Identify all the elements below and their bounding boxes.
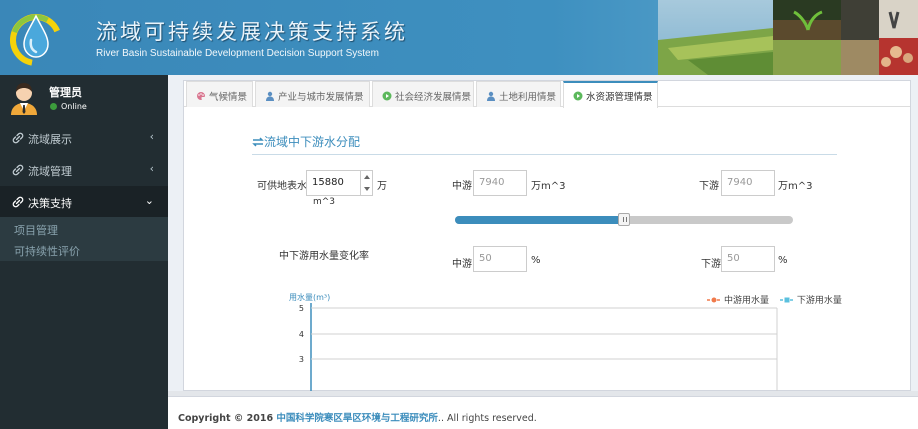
chart-ylabel: 用水量(m³) — [289, 292, 330, 302]
supply-input[interactable]: 15880 — [306, 170, 373, 196]
chart-y-tick-label: 5 — [299, 304, 304, 313]
sidebar: 管理员 Online 流域展示 ‹ 流域管理 ‹ 决策支持 ⌄ 项目管理 可持续… — [0, 75, 168, 429]
tab-label: 土地利用情景 — [499, 92, 557, 103]
tab-climate[interactable]: 气候情景 — [186, 81, 253, 107]
avatar-icon — [11, 83, 37, 115]
chevron-left-icon: ‹ — [149, 162, 154, 175]
banner-photos — [658, 0, 918, 75]
footer: Copyright © 2016 中国科学院寒区旱区环境与工程研究所.. All… — [168, 396, 918, 429]
play-circle-icon — [573, 91, 583, 101]
supply-unit-line2: m^3 — [313, 197, 336, 207]
palette-icon — [197, 92, 205, 100]
sidebar-item-label: 流域管理 — [28, 165, 72, 178]
tab-label: 气候情景 — [209, 92, 248, 103]
chart-y-tick-label: 4 — [299, 330, 304, 339]
footer-rights: .. All rights reserved. — [437, 413, 537, 424]
play-circle-icon — [382, 91, 392, 101]
chevron-left-icon: ‹ — [149, 130, 154, 143]
sidebar-item-label: 流域展示 — [28, 133, 72, 146]
supply-value: 15880 — [312, 177, 344, 188]
sidebar-item-label: 决策支持 — [28, 197, 72, 210]
change-rate-mid-input[interactable]: 50 — [473, 246, 527, 272]
tab-socioeconomic[interactable]: 社会经济发展情景 — [372, 81, 474, 107]
change-rate-mid-unit: % — [531, 255, 541, 266]
midstream-label: 中游 — [452, 181, 472, 192]
link-icon — [12, 196, 24, 208]
sidebar-item-decision-support[interactable]: 决策支持 ⌄ — [0, 186, 168, 218]
section-title: 流域中下游水分配 — [252, 133, 360, 150]
footer-org-link[interactable]: 中国科学院寒区旱区环境与工程研究所 — [276, 413, 438, 424]
change-rate-down-unit: % — [778, 255, 788, 266]
supply-label: 可供地表水 — [257, 181, 307, 192]
spinner-down-icon[interactable] — [361, 183, 373, 195]
midstream-unit: 万m^3 — [531, 181, 566, 192]
sidebar-item-basin-management[interactable]: 流域管理 ‹ — [0, 154, 168, 186]
slider-fill — [455, 216, 624, 224]
chart-grid: 5 4 3 — [299, 304, 778, 391]
submenu-item-sustainability-evaluation[interactable]: 可持续性评价 — [14, 243, 80, 259]
tab-water-management[interactable]: 水资源管理情景 — [563, 81, 658, 108]
app-header: 流域可持续发展决策支持系统 River Basin Sustainable De… — [0, 0, 918, 75]
user-status-text: Online — [61, 102, 87, 111]
change-rate-down-input[interactable]: 50 — [721, 246, 775, 272]
app-title-zh: 流域可持续发展决策支持系统 — [96, 20, 408, 44]
user-name: 管理员 — [49, 86, 82, 99]
tab-land-use[interactable]: 土地利用情景 — [476, 81, 561, 107]
supply-spinner[interactable] — [360, 171, 373, 195]
user-status: Online — [50, 102, 87, 111]
link-icon — [12, 164, 24, 176]
tab-label: 水资源管理情景 — [586, 92, 653, 103]
chevron-down-icon: ⌄ — [144, 194, 154, 207]
tab-label: 产业与城市发展情景 — [278, 92, 364, 103]
slider-handle[interactable] — [618, 213, 630, 226]
change-rate-mid-label: 中游 — [452, 259, 472, 270]
supply-unit-line1: 万 — [377, 181, 387, 192]
app-title-en: River Basin Sustainable Development Deci… — [96, 48, 379, 59]
chart-y-tick-label: 3 — [299, 355, 304, 364]
scenario-tabs: 气候情景 产业与城市发展情景 社会经济发展情景 土地利用情景 水资源管理情景 — [184, 81, 910, 108]
link-icon — [12, 132, 24, 144]
water-drop-logo-icon — [10, 14, 62, 66]
downstream-unit: 万m^3 — [778, 181, 813, 192]
online-dot-icon — [50, 103, 57, 110]
allocation-slider[interactable] — [455, 213, 793, 226]
submenu-item-project-management[interactable]: 项目管理 — [14, 222, 58, 238]
user-icon — [487, 91, 495, 101]
downstream-label: 下游 — [699, 181, 719, 192]
change-rate-down-label: 下游 — [701, 259, 721, 270]
water-usage-chart: 用水量(m³) 5 4 3 — [289, 292, 778, 391]
tab-industry-urban[interactable]: 产业与城市发展情景 — [255, 81, 370, 107]
exchange-icon — [252, 137, 264, 147]
main-content: 气候情景 产业与城市发展情景 社会经济发展情景 土地利用情景 水资源管理情景 流… — [168, 75, 918, 429]
downstream-input[interactable]: 7940 — [721, 170, 775, 196]
section-title-text: 流域中下游水分配 — [264, 135, 361, 149]
footer-copyright: Copyright © 2016 — [178, 413, 277, 424]
tab-label: 社会经济发展情景 — [395, 92, 472, 103]
decision-support-submenu: 项目管理 可持续性评价 — [0, 217, 168, 261]
user-panel: 管理员 Online — [0, 75, 168, 122]
change-rate-label: 中下游用水量变化率 — [279, 251, 369, 262]
section-divider — [252, 154, 837, 155]
user-icon — [266, 91, 274, 101]
scenario-panel: 气候情景 产业与城市发展情景 社会经济发展情景 土地利用情景 水资源管理情景 流… — [183, 80, 911, 391]
spinner-up-icon[interactable] — [361, 171, 373, 183]
midstream-input[interactable]: 7940 — [473, 170, 527, 196]
sidebar-item-basin-display[interactable]: 流域展示 ‹ — [0, 122, 168, 154]
